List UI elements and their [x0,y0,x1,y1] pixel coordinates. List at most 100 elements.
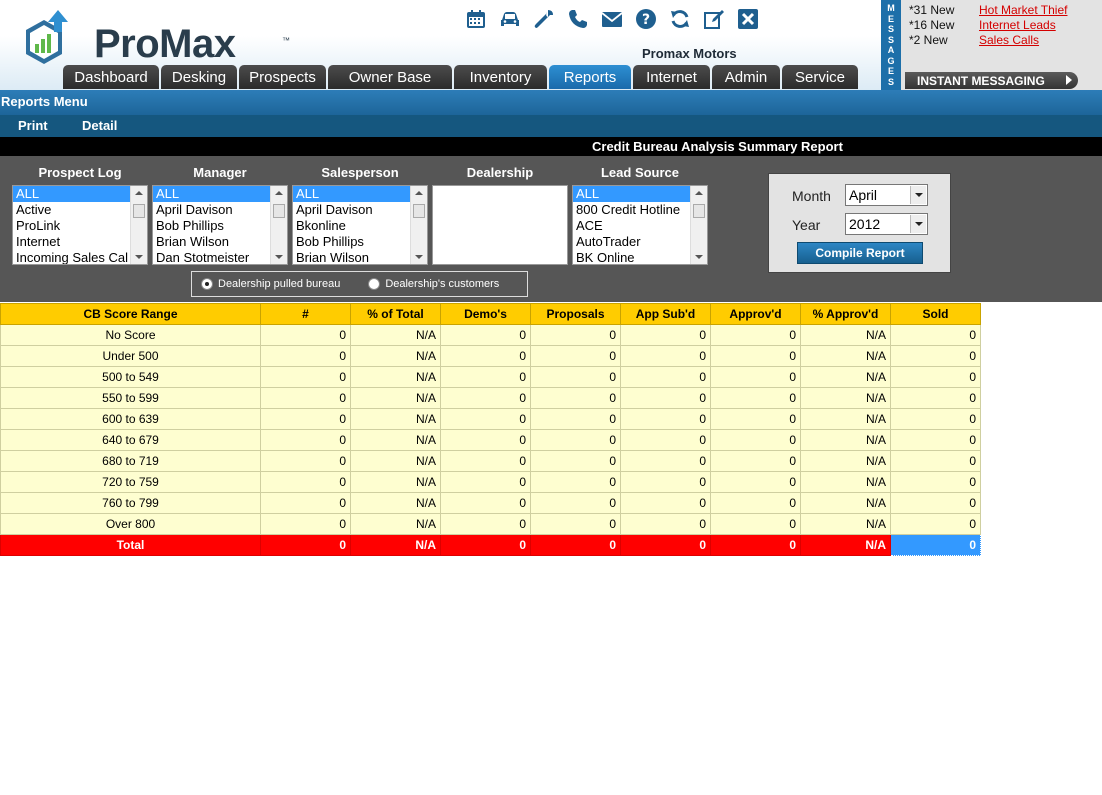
radio-dealerships-customers[interactable]: Dealership's customers [368,278,499,290]
list-item[interactable]: ProLink [13,218,130,234]
list-item[interactable]: ALL [13,186,130,202]
phone-icon[interactable] [564,6,592,32]
scroll-down-icon[interactable] [135,255,143,259]
table-row[interactable]: 760 to 799 0 N/A 0 0 0 0 N/A 0 [0,492,981,514]
table-cell[interactable]: 0 [890,534,981,556]
radio-checked-icon[interactable] [201,278,213,290]
score-range-cell: 760 to 799 [0,492,261,514]
scroll-up-icon[interactable] [275,191,283,195]
chevron-down-icon[interactable] [910,215,926,233]
list-item[interactable]: 800 Credit Hotline [573,202,690,218]
scroll-thumb[interactable] [133,204,145,218]
list-item[interactable]: Internet [13,234,130,250]
scroll-up-icon[interactable] [135,191,143,195]
tab-inventory[interactable]: Inventory [454,65,547,89]
promax-logo[interactable]: ProMax ™ [20,8,290,66]
table-row[interactable]: 640 to 679 0 N/A 0 0 0 0 N/A 0 [0,429,981,451]
tab-admin[interactable]: Admin [712,65,780,89]
scroll-thumb[interactable] [693,204,705,218]
table-cell: 0 [260,345,351,367]
list-item[interactable]: AutoTrader [573,234,690,250]
tab-desking[interactable]: Desking [161,65,237,89]
wrench-icon[interactable] [530,6,558,32]
column-header[interactable]: Sold [890,303,981,325]
scrollbar[interactable] [410,186,427,264]
list-item[interactable]: ALL [573,186,690,202]
list-item[interactable]: Dan Stotmeister [153,250,270,264]
tab-service[interactable]: Service [782,65,858,89]
table-row[interactable]: 720 to 759 0 N/A 0 0 0 0 N/A 0 [0,471,981,493]
prospect-log-listbox[interactable]: ALL Active ProLink Internet Incoming Sal… [12,185,148,265]
column-header[interactable]: Proposals [530,303,621,325]
detail-link[interactable]: Detail [82,118,117,133]
tab-prospects[interactable]: Prospects [239,65,326,89]
scrollbar[interactable] [690,186,707,264]
list-item[interactable]: BK Online [573,250,690,264]
scroll-up-icon[interactable] [415,191,423,195]
total-row[interactable]: Total 0 N/A 0 0 0 0 N/A 0 [0,534,981,556]
car-icon[interactable] [496,6,524,32]
tab-reports[interactable]: Reports [549,65,631,89]
envelope-icon[interactable] [598,6,626,32]
calendar-icon[interactable] [462,6,490,32]
table-row[interactable]: 500 to 549 0 N/A 0 0 0 0 N/A 0 [0,366,981,388]
year-select[interactable]: 2012 [845,213,928,235]
scrollbar[interactable] [130,186,147,264]
scroll-thumb[interactable] [273,204,285,218]
internet-leads-link[interactable]: Internet Leads [979,18,1056,32]
scrollbar[interactable] [270,186,287,264]
column-header[interactable]: App Sub'd [620,303,711,325]
scroll-down-icon[interactable] [275,255,283,259]
list-item[interactable]: ALL [293,186,410,202]
table-row[interactable]: No Score 0 N/A 0 0 0 0 N/A 0 [0,324,981,346]
compile-report-button[interactable]: Compile Report [797,242,923,264]
table-row[interactable]: 600 to 639 0 N/A 0 0 0 0 N/A 0 [0,408,981,430]
list-item[interactable]: Bob Phillips [293,234,410,250]
column-header[interactable]: CB Score Range [0,303,261,325]
chevron-down-icon[interactable] [910,186,926,204]
list-item[interactable]: Brian Wilson [293,250,410,264]
manager-listbox[interactable]: ALL April Davison Bob Phillips Brian Wil… [152,185,288,265]
messages-strip[interactable]: M E S S A G E S [881,0,901,90]
list-item[interactable]: ALL [153,186,270,202]
print-link[interactable]: Print [18,118,48,133]
column-header[interactable]: % of Total [350,303,441,325]
help-icon[interactable]: ? [632,6,660,32]
radio-dealership-pulled-bureau[interactable]: Dealership pulled bureau [201,278,340,290]
lead-source-listbox[interactable]: ALL 800 Credit Hotline ACE AutoTrader BK… [572,185,708,265]
dealership-listbox[interactable] [432,185,568,265]
table-cell: 0 [620,492,711,514]
list-item[interactable]: April Davison [293,202,410,218]
table-row[interactable]: Over 800 0 N/A 0 0 0 0 N/A 0 [0,513,981,535]
close-icon[interactable] [734,6,762,32]
list-item[interactable]: Brian Wilson [153,234,270,250]
tab-owner-base[interactable]: Owner Base [328,65,452,89]
scroll-down-icon[interactable] [415,255,423,259]
scroll-up-icon[interactable] [695,191,703,195]
column-header[interactable]: Demo's [440,303,531,325]
month-select[interactable]: April [845,184,928,206]
list-item[interactable]: ACE [573,218,690,234]
table-row[interactable]: 550 to 599 0 N/A 0 0 0 0 N/A 0 [0,387,981,409]
column-header[interactable]: # [260,303,351,325]
list-item[interactable]: Incoming Sales Cal [13,250,130,264]
list-item[interactable]: Active [13,202,130,218]
list-item[interactable]: Bob Phillips [153,218,270,234]
tab-dashboard[interactable]: Dashboard [63,65,159,89]
table-row[interactable]: 680 to 719 0 N/A 0 0 0 0 N/A 0 [0,450,981,472]
sales-calls-link[interactable]: Sales Calls [979,33,1039,47]
edit-icon[interactable] [700,6,728,32]
salesperson-listbox[interactable]: ALL April Davison Bkonline Bob Phillips … [292,185,428,265]
column-header[interactable]: % Approv'd [800,303,891,325]
hot-market-thief-link[interactable]: Hot Market Thief [979,3,1067,17]
table-row[interactable]: Under 500 0 N/A 0 0 0 0 N/A 0 [0,345,981,367]
scroll-down-icon[interactable] [695,255,703,259]
radio-unchecked-icon[interactable] [368,278,381,290]
tab-internet[interactable]: Internet [633,65,710,89]
refresh-icon[interactable] [666,6,694,32]
list-item[interactable]: April Davison [153,202,270,218]
scroll-thumb[interactable] [413,204,425,218]
column-header[interactable]: Approv'd [710,303,801,325]
list-item[interactable]: Bkonline [293,218,410,234]
instant-messaging-button[interactable]: INSTANT MESSAGING [905,72,1078,89]
